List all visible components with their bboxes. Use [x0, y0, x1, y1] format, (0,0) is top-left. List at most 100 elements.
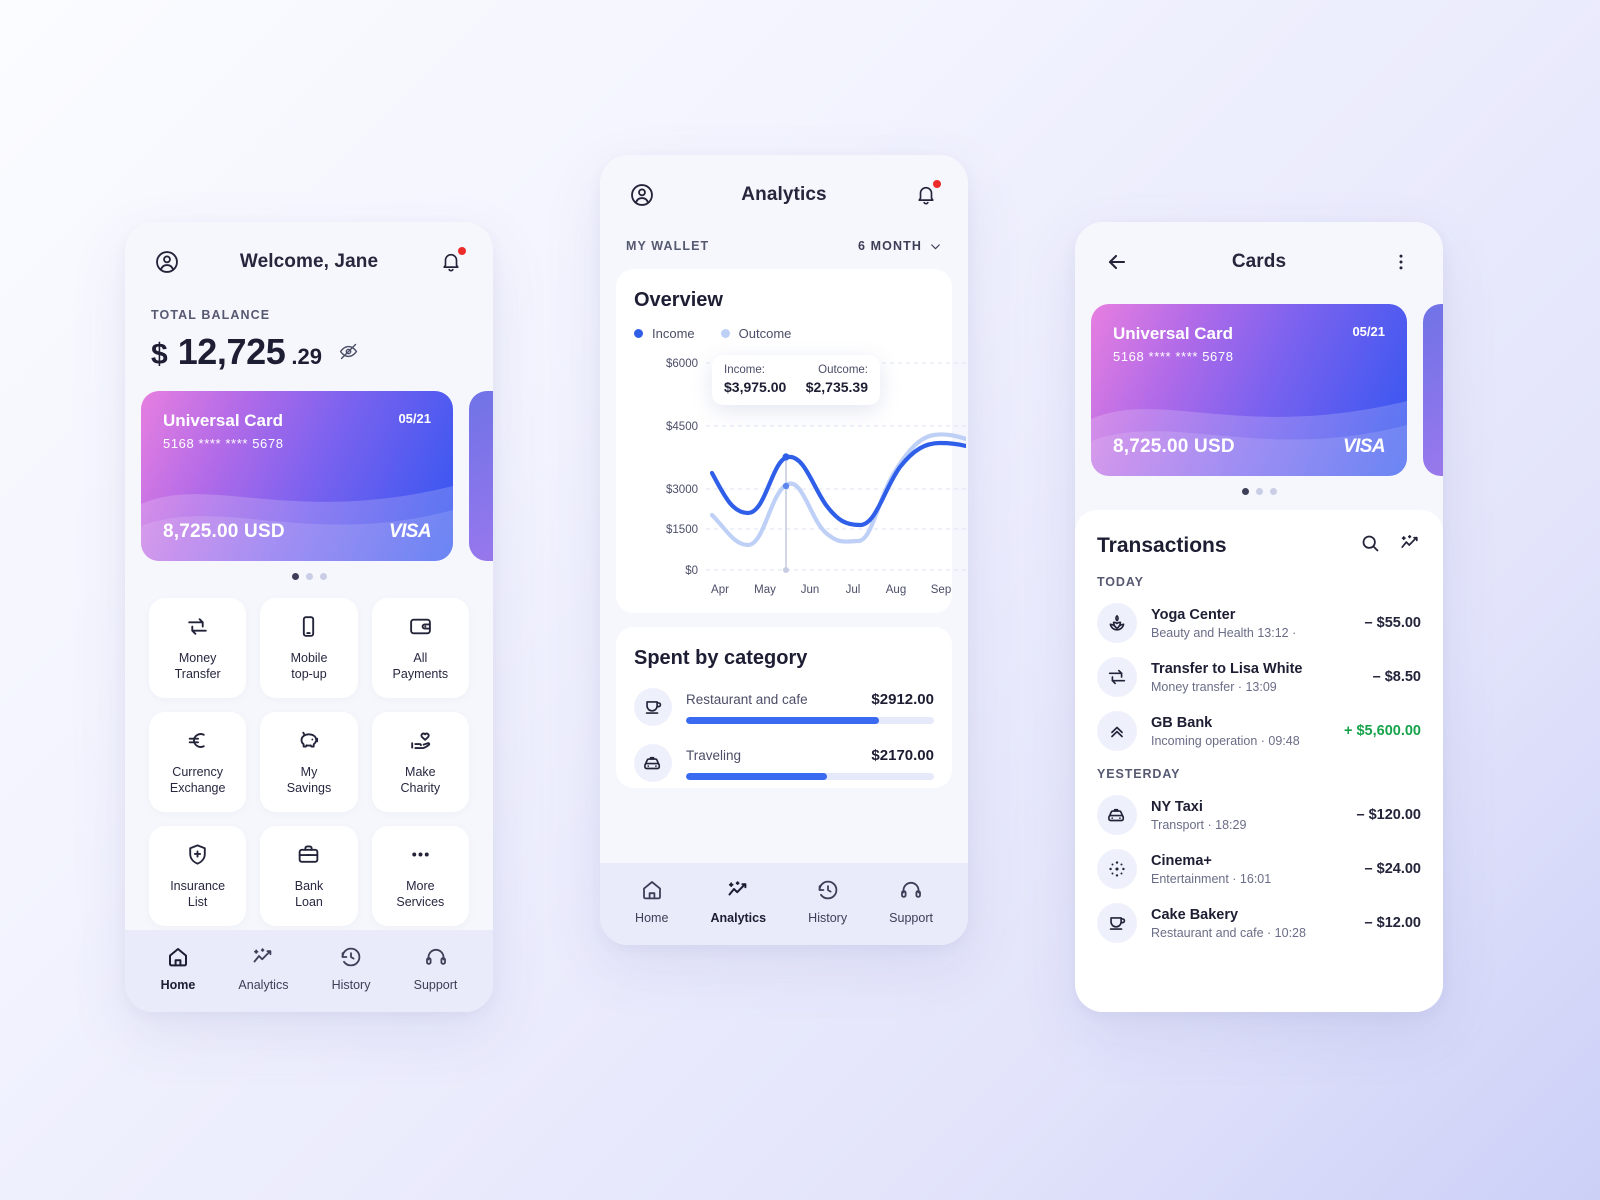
quick-action-label: All Payments — [392, 650, 449, 681]
tab-label: Home — [635, 910, 669, 925]
cards-header: Cards — [1075, 222, 1443, 302]
legend-swatch — [634, 329, 643, 338]
transactions-list: TODAY Yoga Center Beauty and Health 13:1… — [1097, 575, 1421, 943]
analytics-header: Analytics — [600, 155, 968, 235]
total-balance-block: TOTAL BALANCE $ 12,725 .29 — [125, 302, 493, 373]
card-number: 5168 **** **** 5678 — [1113, 349, 1234, 364]
carousel-dot[interactable] — [1241, 488, 1249, 495]
coffee-cup-icon — [634, 688, 672, 726]
analytics-icon[interactable] — [1399, 532, 1421, 559]
transaction-name: Cake Bakery — [1151, 906, 1239, 923]
transaction-name: NY Taxi — [1151, 798, 1203, 815]
category-amount: $2912.00 — [871, 690, 934, 708]
overview-line-chart[interactable]: $6000 $4500 $3000 $1500 $0 Apr May Jun J… — [634, 349, 968, 599]
quick-action-all-payments[interactable]: All Payments — [371, 598, 469, 698]
category-list: Restaurant and cafe $2912.00 Traveling $… — [634, 688, 934, 782]
quick-action-insurance-list[interactable]: Insurance List — [149, 826, 247, 926]
tab-history[interactable]: History — [808, 878, 847, 925]
transaction-row[interactable]: NY Taxi Transport · 18:29 – $120.00 — [1097, 795, 1421, 835]
transaction-amount: – $24.00 — [1364, 861, 1421, 877]
card-amount: 8,725.00 USD — [1113, 436, 1235, 457]
carousel-dot[interactable] — [319, 573, 327, 580]
carousel-dot[interactable] — [291, 573, 299, 580]
euro-icon — [185, 728, 210, 758]
quick-action-make-charity[interactable]: Make Charity — [371, 712, 469, 812]
tab-home[interactable]: Home — [161, 945, 195, 992]
carousel-dot[interactable] — [1269, 488, 1277, 495]
tab-history[interactable]: History — [332, 945, 370, 992]
wallet-icon — [408, 614, 433, 644]
tab-label: Analytics — [238, 977, 289, 992]
quick-action-label: My Savings — [286, 764, 332, 795]
tab-analytics[interactable]: Analytics — [710, 878, 766, 925]
taxi-icon — [1097, 795, 1137, 835]
svg-text:Aug: Aug — [886, 584, 906, 596]
user-circle-icon[interactable] — [151, 246, 183, 278]
bell-icon[interactable] — [435, 246, 467, 278]
carousel-dots[interactable] — [1075, 488, 1443, 495]
tooltip-outcome-label: Outcome: — [818, 364, 868, 376]
quick-action-currency-exchange[interactable]: Currency Exchange — [149, 712, 247, 812]
tab-label: Support — [413, 977, 458, 992]
quick-action-bank-loan[interactable]: Bank Loan — [260, 826, 358, 926]
transaction-row[interactable]: Cake Bakery Restaurant and cafe · 10:28 … — [1097, 903, 1421, 943]
tab-home[interactable]: Home — [635, 878, 668, 925]
overview-panel: Overview Income Outcome $6000 $4500 $300… — [616, 269, 968, 613]
period-selector[interactable]: 6 MONTH — [858, 239, 942, 253]
tab-analytics[interactable]: Analytics — [238, 945, 288, 992]
lotus-icon — [1097, 603, 1137, 643]
arrow-left-icon[interactable] — [1101, 246, 1133, 278]
eye-off-icon[interactable] — [338, 341, 359, 367]
category-row[interactable]: Restaurant and cafe $2912.00 — [634, 688, 934, 726]
credit-card-universal[interactable]: Universal Card 05/21 5168 **** **** 5678… — [141, 391, 453, 561]
tooltip-labels: Income: Outcome: — [724, 364, 868, 376]
credit-card-next[interactable] — [469, 391, 493, 561]
tooltip-outcome-value: $2,735.39 — [805, 379, 868, 395]
shield-plus-icon — [185, 842, 210, 872]
home-header: Welcome, Jane — [125, 222, 493, 302]
carousel-dots[interactable] — [125, 573, 493, 580]
transaction-row[interactable]: Yoga Center Beauty and Health 13:12 · – … — [1097, 603, 1421, 643]
svg-text:$4500: $4500 — [666, 421, 698, 433]
card-bottom-row: 8,725.00 USD VISA — [163, 521, 432, 543]
transaction-name: Yoga Center — [1151, 606, 1236, 623]
smartphone-icon — [296, 614, 321, 644]
briefcase-icon — [296, 842, 321, 872]
transaction-row[interactable]: GB Bank Incoming operation · 09:48 + $5,… — [1097, 711, 1421, 751]
category-amount: $2170.00 — [871, 746, 934, 764]
cards-carousel[interactable]: Universal Card 05/21 5168 **** **** 5678… — [1075, 304, 1443, 476]
quick-action-money-transfer[interactable]: Money Transfer — [149, 598, 247, 698]
category-row[interactable]: Traveling $2170.00 — [634, 744, 934, 782]
transactions-day-label: YESTERDAY — [1097, 767, 1181, 781]
transaction-row[interactable]: Cinema+ Entertainment · 16:01 – $24.00 — [1097, 849, 1421, 889]
overview-title: Overview — [634, 289, 723, 311]
transaction-amount: + $5,600.00 — [1343, 723, 1421, 739]
svg-text:Apr: Apr — [711, 584, 729, 596]
quick-action-my-savings[interactable]: My Savings — [260, 712, 358, 812]
bell-icon[interactable] — [910, 179, 942, 211]
credit-card-next[interactable] — [1423, 304, 1443, 476]
credit-card-universal[interactable]: Universal Card 05/21 5168 **** **** 5678… — [1091, 304, 1407, 476]
sparkle-burst-icon — [1097, 849, 1137, 889]
svg-text:Jul: Jul — [846, 584, 861, 596]
period-value: 6 MONTH — [858, 239, 922, 253]
transaction-info: GB Bank Incoming operation · 09:48 — [1151, 715, 1330, 748]
search-icon[interactable] — [1360, 533, 1381, 559]
card-number: 5168 **** **** 5678 — [163, 436, 284, 451]
card-name: Universal Card — [1113, 324, 1233, 343]
analytics-icon — [726, 878, 750, 905]
quick-action-more-services[interactable]: More Services — [371, 826, 469, 926]
quick-action-mobile-top-up[interactable]: Mobile top-up — [260, 598, 358, 698]
more-vertical-icon[interactable] — [1385, 246, 1417, 278]
carousel-dot[interactable] — [305, 573, 313, 580]
user-circle-icon[interactable] — [626, 179, 658, 211]
quick-action-label: Insurance List — [170, 878, 226, 909]
transaction-info: Cinema+ Entertainment · 16:01 — [1151, 853, 1351, 886]
transaction-row[interactable]: Transfer to Lisa White Money transfer · … — [1097, 657, 1421, 697]
tab-support[interactable]: Support — [889, 878, 933, 925]
tab-support[interactable]: Support — [413, 945, 458, 992]
cards-carousel[interactable]: Universal Card 05/21 5168 **** **** 5678… — [125, 391, 493, 561]
headset-icon — [424, 945, 448, 972]
carousel-dot[interactable] — [1255, 488, 1263, 495]
balance-currency: $ — [151, 338, 168, 371]
